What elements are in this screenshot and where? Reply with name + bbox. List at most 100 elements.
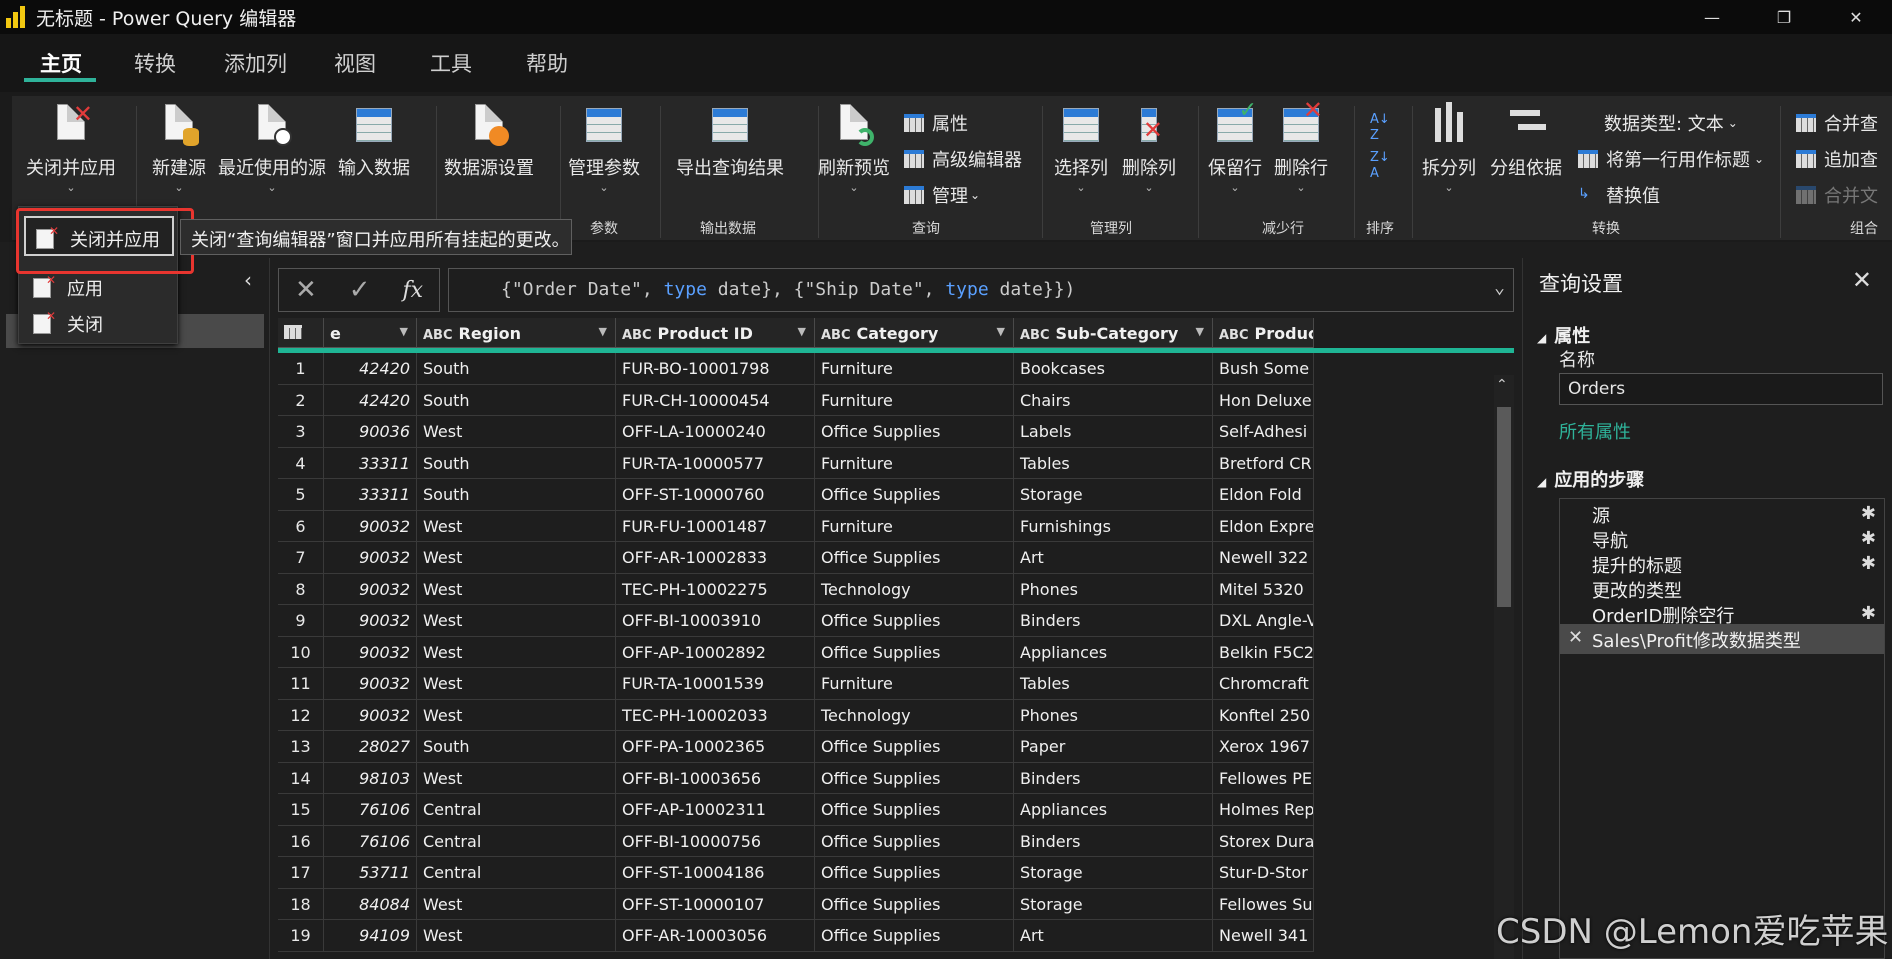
table-cell[interactable]: Xerox 1967	[1213, 731, 1314, 762]
table-cell[interactable]: Mitel 5320	[1213, 573, 1314, 604]
group-by-button[interactable]: 分组依据	[1490, 102, 1562, 180]
table-row[interactable]: 11 90032 West FUR-TA-10001539 Furniture Table…	[278, 668, 1314, 700]
table-cell[interactable]: West	[417, 668, 616, 699]
confirm-formula-icon[interactable]: ✓	[349, 275, 371, 305]
row-number[interactable]: 10	[278, 636, 324, 667]
table-cell[interactable]: 90032	[324, 699, 417, 730]
row-number[interactable]: 16	[278, 825, 324, 856]
table-row[interactable]: 12 90032 West TEC-PH-10002033 Technology Phon…	[278, 699, 1314, 731]
table-cell[interactable]: 90032	[324, 668, 417, 699]
table-cell[interactable]: Furniture	[815, 353, 1014, 384]
table-cell[interactable]: Belkin F5C2	[1213, 636, 1314, 667]
table-cell[interactable]: OFF-LA-10000240	[616, 416, 815, 447]
step-settings-gear-icon[interactable]: ✱	[1861, 528, 1876, 549]
all-properties-link[interactable]: 所有属性	[1559, 418, 1631, 444]
replace-values-button[interactable]: ↳ 替换值	[1578, 182, 1660, 208]
table-cell[interactable]: Office Supplies	[815, 416, 1014, 447]
table-cell[interactable]: FUR-BO-10001798	[616, 353, 815, 384]
table-cell[interactable]: West	[417, 920, 616, 951]
vertical-scrollbar[interactable]: ⌃	[1494, 375, 1514, 959]
table-cell[interactable]: FUR-CH-10000454	[616, 384, 815, 415]
table-cell[interactable]: Chromcraft	[1213, 668, 1314, 699]
table-menu-icon[interactable]	[278, 318, 324, 348]
column-header-region[interactable]: ABC Region ▼	[417, 318, 616, 348]
table-cell[interactable]: South	[417, 479, 616, 510]
column-filter-icon[interactable]: ▼	[798, 325, 806, 338]
row-number[interactable]: 19	[278, 920, 324, 951]
row-number[interactable]: 6	[278, 510, 324, 541]
row-number[interactable]: 17	[278, 857, 324, 888]
row-number[interactable]: 2	[278, 384, 324, 415]
table-cell[interactable]: OFF-ST-10000760	[616, 479, 815, 510]
table-cell[interactable]: 33311	[324, 447, 417, 478]
table-cell[interactable]: Eldon Fold	[1213, 479, 1314, 510]
row-number[interactable]: 11	[278, 668, 324, 699]
table-cell[interactable]: Storage	[1014, 479, 1213, 510]
table-cell[interactable]: West	[417, 510, 616, 541]
table-cell[interactable]: Stur-D-Stor	[1213, 857, 1314, 888]
table-cell[interactable]: Central	[417, 857, 616, 888]
table-cell[interactable]: Newell 322	[1213, 542, 1314, 573]
table-cell[interactable]: Phones	[1014, 699, 1213, 730]
table-cell[interactable]: DXL Angle-V	[1213, 605, 1314, 636]
table-cell[interactable]: Newell 341	[1213, 920, 1314, 951]
table-row[interactable]: 8 90032 West TEC-PH-10002275 Technology Phone…	[278, 573, 1314, 605]
sort-ascending-icon[interactable]: A↓ Z	[1370, 112, 1390, 144]
table-row[interactable]: 19 94109 West OFF-AR-10003056 Office Supplie…	[278, 920, 1314, 952]
properties-section-header[interactable]: ◢ 属性	[1537, 322, 1590, 348]
row-number[interactable]: 1	[278, 353, 324, 384]
row-number[interactable]: 12	[278, 699, 324, 730]
column-header-postal[interactable]: e ▼	[324, 318, 417, 348]
data-type-dropdown[interactable]: 数据类型: 文本 ⌄	[1604, 110, 1738, 136]
table-cell[interactable]: 90032	[324, 510, 417, 541]
table-cell[interactable]: OFF-AP-10002311	[616, 794, 815, 825]
sort-buttons[interactable]: A↓ Z Z↓ A	[1370, 112, 1390, 182]
row-number[interactable]: 8	[278, 573, 324, 604]
table-cell[interactable]: FUR-FU-10001487	[616, 510, 815, 541]
scrollbar-thumb[interactable]	[1497, 407, 1511, 607]
table-row[interactable]: 18 84084 West OFF-ST-10000107 Office Supplie…	[278, 888, 1314, 920]
table-cell[interactable]: OFF-BI-10003910	[616, 605, 815, 636]
table-cell[interactable]: Bookcases	[1014, 353, 1213, 384]
table-cell[interactable]: West	[417, 888, 616, 919]
close-icon[interactable]: ✕	[1852, 266, 1872, 294]
table-cell[interactable]: Storage	[1014, 888, 1213, 919]
table-cell[interactable]: West	[417, 605, 616, 636]
table-row[interactable]: 10 90032 West OFF-AP-10002892 Office Supplie…	[278, 636, 1314, 668]
table-cell[interactable]: Office Supplies	[815, 479, 1014, 510]
table-row[interactable]: 5 33311 South OFF-ST-10000760 Office Supplie…	[278, 479, 1314, 511]
tab-add-column[interactable]: 添加列	[224, 48, 287, 78]
table-cell[interactable]: 90032	[324, 542, 417, 573]
formula-input[interactable]: {"Order Date", type date}, {"Ship Date",…	[448, 268, 1514, 312]
table-cell[interactable]: Binders	[1014, 762, 1213, 793]
table-cell[interactable]: OFF-PA-10002365	[616, 731, 815, 762]
fx-icon[interactable]: fx	[402, 278, 423, 303]
table-cell[interactable]: Tables	[1014, 668, 1213, 699]
table-cell[interactable]: Binders	[1014, 825, 1213, 856]
table-cell[interactable]: West	[417, 699, 616, 730]
step-changed-type-sales-profit[interactable]: ✕ Sales\Profit修改数据类型	[1560, 624, 1884, 654]
table-cell[interactable]: Paper	[1014, 731, 1213, 762]
merge-queries-button[interactable]: 合并查	[1796, 110, 1878, 136]
table-cell[interactable]: Labels	[1014, 416, 1213, 447]
table-cell[interactable]: Office Supplies	[815, 636, 1014, 667]
choose-columns-button[interactable]: 选择列 ⌄	[1054, 102, 1108, 194]
row-number[interactable]: 13	[278, 731, 324, 762]
table-cell[interactable]: OFF-ST-10004186	[616, 857, 815, 888]
table-cell[interactable]: FUR-TA-10000577	[616, 447, 815, 478]
table-cell[interactable]: Furniture	[815, 510, 1014, 541]
table-row[interactable]: 6 90032 West FUR-FU-10001487 Furniture Furnis…	[278, 510, 1314, 542]
advanced-editor-button[interactable]: 高级编辑器	[904, 146, 1022, 172]
column-filter-icon[interactable]: ▼	[997, 325, 1005, 338]
table-cell[interactable]: Bretford CR	[1213, 447, 1314, 478]
table-cell[interactable]: West	[417, 636, 616, 667]
table-row[interactable]: 15 76106 Central OFF-AP-10002311 Office Supp…	[278, 794, 1314, 826]
column-header-sub-category[interactable]: ABC Sub-Category ▼	[1014, 318, 1213, 348]
table-cell[interactable]: Office Supplies	[815, 857, 1014, 888]
table-cell[interactable]: Furniture	[815, 384, 1014, 415]
table-cell[interactable]: 94109	[324, 920, 417, 951]
table-cell[interactable]: Furniture	[815, 668, 1014, 699]
row-number[interactable]: 18	[278, 888, 324, 919]
tab-help[interactable]: 帮助	[526, 48, 568, 78]
table-row[interactable]: 13 28027 South OFF-PA-10002365 Office Suppli…	[278, 731, 1314, 763]
